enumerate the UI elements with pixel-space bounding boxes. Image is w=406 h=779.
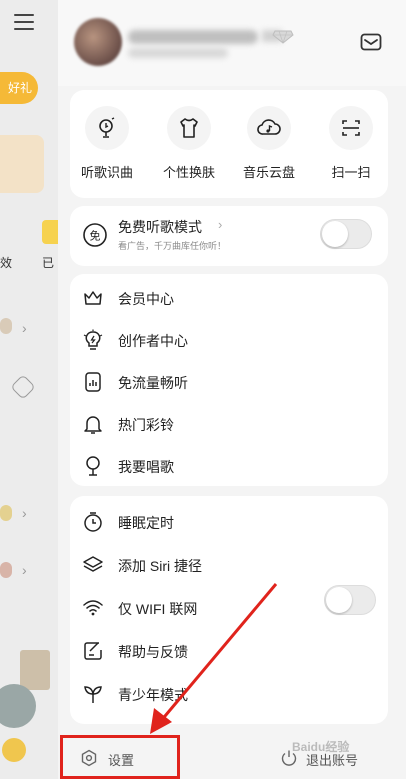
tool-cloud-disk[interactable]: 音乐云盘 [234, 106, 304, 181]
menu-group-2: 睡眠定时 添加 Siri 捷径 仅 WIFI 联网 帮助与反馈 青少年模式 [70, 496, 388, 724]
menu-item-teen-mode[interactable]: 青少年模式 [70, 674, 388, 714]
menu-item-siri-shortcut[interactable]: 添加 Siri 捷径 [70, 545, 388, 585]
wifi-icon [83, 600, 103, 616]
tool-label: 个性换肤 [162, 165, 215, 180]
tool-label: 扫一扫 [331, 165, 371, 180]
bg-text-left: 效 [0, 256, 13, 270]
menu-item-label: 热门彩铃 [118, 417, 174, 433]
bg-chevron-right-icon: › [22, 505, 27, 521]
watermark: Baidu经验 [292, 740, 350, 754]
menu-item-label: 帮助与反馈 [118, 644, 188, 660]
mail-icon[interactable] [360, 32, 382, 52]
menu-item-ringtone[interactable]: 热门彩铃 [70, 404, 388, 444]
quick-tools-card: 听歌识曲 个性换肤 音乐云盘 扫一扫 [70, 90, 388, 198]
feedback-icon [84, 642, 102, 660]
tool-music-recognize[interactable]: 听歌识曲 [72, 106, 142, 181]
bg-chevron-right-icon: › [22, 562, 27, 578]
wifi-only-toggle[interactable] [324, 585, 376, 615]
bg-thumb [0, 318, 12, 334]
free-mode-icon: 免 [83, 223, 107, 247]
menu-item-help-feedback[interactable]: 帮助与反馈 [70, 631, 388, 671]
tool-label: 音乐云盘 [242, 165, 295, 180]
bg-avatar [2, 738, 26, 762]
tool-label: 听歌识曲 [80, 165, 133, 180]
bg-gift-pill[interactable]: 好礼 [0, 72, 38, 104]
layers-icon [83, 556, 103, 572]
bg-chevron-right-icon: › [22, 320, 27, 336]
music-recognize-icon [85, 106, 129, 150]
bulb-icon [83, 329, 103, 350]
timer-icon [84, 512, 102, 532]
menu-item-data-free[interactable]: 免流量畅听 [70, 362, 388, 402]
menu-item-creator-center[interactable]: 创作者中心 [70, 320, 388, 360]
bg-banner-card [0, 135, 44, 193]
hamburger-menu-icon[interactable] [14, 14, 34, 30]
highlight-box [60, 735, 180, 779]
bg-playlist-button[interactable] [0, 684, 36, 728]
profile-header[interactable] [58, 0, 406, 86]
menu-item-label: 仅 WIFI 联网 [118, 601, 198, 617]
tool-scan[interactable]: 扫一扫 [316, 106, 386, 181]
data-free-icon [85, 372, 101, 392]
cloud-music-icon [247, 106, 291, 150]
menu-item-label: 免流量畅听 [118, 375, 188, 391]
bell-icon [84, 416, 102, 434]
free-listening-card[interactable]: 免 免费听歌模式 › 看广告，千万曲库任你听！ [70, 206, 388, 266]
menu-item-label: 我要唱歌 [118, 459, 174, 475]
menu-item-label: 会员中心 [118, 291, 174, 307]
menu-item-label: 青少年模式 [118, 687, 188, 703]
bg-text-right: 已 [42, 256, 55, 270]
tool-skin[interactable]: 个性换肤 [154, 106, 224, 181]
crown-icon [84, 291, 102, 305]
bg-thumb [0, 562, 12, 578]
scan-icon [329, 106, 373, 150]
microphone-icon [86, 456, 100, 476]
svg-text:免: 免 [90, 229, 101, 243]
bg-album-image [20, 650, 50, 690]
side-drawer: 听歌识曲 个性换肤 音乐云盘 扫一扫 免 免费听歌模式 › 看广告，千万曲库任你… [58, 0, 406, 779]
menu-item-sleep-timer[interactable]: 睡眠定时 [70, 502, 388, 542]
bg-hexagon-icon [10, 374, 36, 400]
diamond-vip-icon[interactable] [272, 30, 294, 44]
tshirt-icon [167, 106, 211, 150]
menu-item-vip-center[interactable]: 会员中心 [70, 278, 388, 318]
free-mode-title: 免费听歌模式 [118, 219, 202, 235]
menu-item-label: 添加 Siri 捷径 [118, 558, 202, 574]
free-mode-subtitle: 看广告，千万曲库任你听！ [118, 241, 227, 251]
user-avatar[interactable] [74, 18, 122, 66]
user-subline-blurred [128, 48, 228, 58]
background-app: 好礼 效 已 › › › [0, 0, 58, 779]
free-mode-toggle[interactable] [320, 219, 372, 249]
bg-yellow-tile [42, 220, 58, 244]
chevron-right-icon: › [218, 217, 223, 232]
menu-item-wifi-only: 仅 WIFI 联网 [70, 585, 388, 628]
menu-item-label: 睡眠定时 [118, 515, 174, 531]
menu-item-label: 创作者中心 [118, 333, 188, 349]
sprout-icon [84, 686, 102, 703]
bg-thumb [0, 505, 12, 521]
menu-item-sing[interactable]: 我要唱歌 [70, 446, 388, 486]
menu-group-1: 会员中心 创作者中心 免流量畅听 热门彩铃 我要唱歌 [70, 274, 388, 486]
username-blurred [128, 30, 258, 44]
